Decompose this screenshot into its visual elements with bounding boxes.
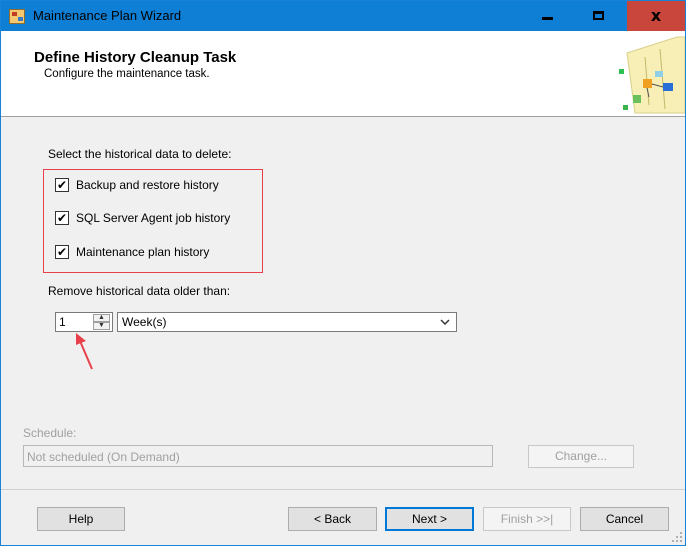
agent-job-history-checkbox[interactable]: ✔ bbox=[55, 211, 69, 225]
select-data-label: Select the historical data to delete: bbox=[48, 147, 232, 161]
maximize-button[interactable] bbox=[576, 1, 621, 31]
minimize-icon bbox=[542, 17, 553, 20]
close-icon: x bbox=[650, 6, 662, 25]
maximize-icon bbox=[593, 11, 604, 20]
change-schedule-button[interactable]: Change... bbox=[528, 445, 634, 468]
stepper-buttons[interactable]: ▲ ▼ bbox=[93, 314, 110, 330]
backup-history-checkbox[interactable]: ✔ bbox=[55, 178, 69, 192]
help-button[interactable]: Help bbox=[37, 507, 125, 531]
age-value[interactable]: 1 bbox=[59, 315, 66, 329]
title-bar[interactable]: Maintenance Plan Wizard x bbox=[1, 1, 685, 31]
schedule-field: Not scheduled (On Demand) bbox=[23, 445, 493, 467]
close-button[interactable]: x bbox=[627, 1, 685, 31]
maintenance-plan-history-label[interactable]: Maintenance plan history bbox=[76, 245, 209, 259]
minimize-button[interactable] bbox=[525, 1, 570, 31]
age-number-stepper[interactable]: 1 ▲ ▼ bbox=[55, 312, 113, 332]
annotation-arrow-icon bbox=[76, 333, 93, 370]
stepper-down-icon[interactable]: ▼ bbox=[93, 322, 110, 330]
schedule-value: Not scheduled (On Demand) bbox=[27, 450, 180, 464]
cancel-button[interactable]: Cancel bbox=[580, 507, 669, 531]
footer-divider bbox=[1, 489, 685, 490]
age-unit-value[interactable]: Week(s) bbox=[122, 315, 166, 329]
page-subtitle: Configure the maintenance task. bbox=[44, 68, 210, 80]
age-unit-select[interactable]: Week(s) bbox=[117, 312, 457, 332]
resize-grip-icon[interactable] bbox=[671, 531, 683, 543]
remove-older-label: Remove historical data older than: bbox=[48, 284, 231, 298]
next-button[interactable]: Next > bbox=[385, 507, 474, 531]
chevron-down-icon[interactable] bbox=[440, 317, 450, 327]
wizard-window: Maintenance Plan Wizard x Define History… bbox=[0, 0, 686, 546]
maintenance-plan-history-checkbox[interactable]: ✔ bbox=[55, 245, 69, 259]
wizard-header: Define History Cleanup Task Configure th… bbox=[1, 31, 685, 117]
agent-job-history-label[interactable]: SQL Server Agent job history bbox=[76, 211, 230, 225]
page-title: Define History Cleanup Task bbox=[34, 49, 237, 66]
wizard-graphic-icon bbox=[619, 36, 685, 114]
back-button[interactable]: < Back bbox=[288, 507, 377, 531]
stepper-up-icon[interactable]: ▲ bbox=[93, 314, 110, 322]
finish-button[interactable]: Finish >>| bbox=[483, 507, 571, 531]
wizard-app-icon bbox=[9, 9, 25, 24]
schedule-label: Schedule: bbox=[23, 426, 77, 440]
window-title: Maintenance Plan Wizard bbox=[33, 8, 182, 23]
backup-history-label[interactable]: Backup and restore history bbox=[76, 178, 219, 192]
